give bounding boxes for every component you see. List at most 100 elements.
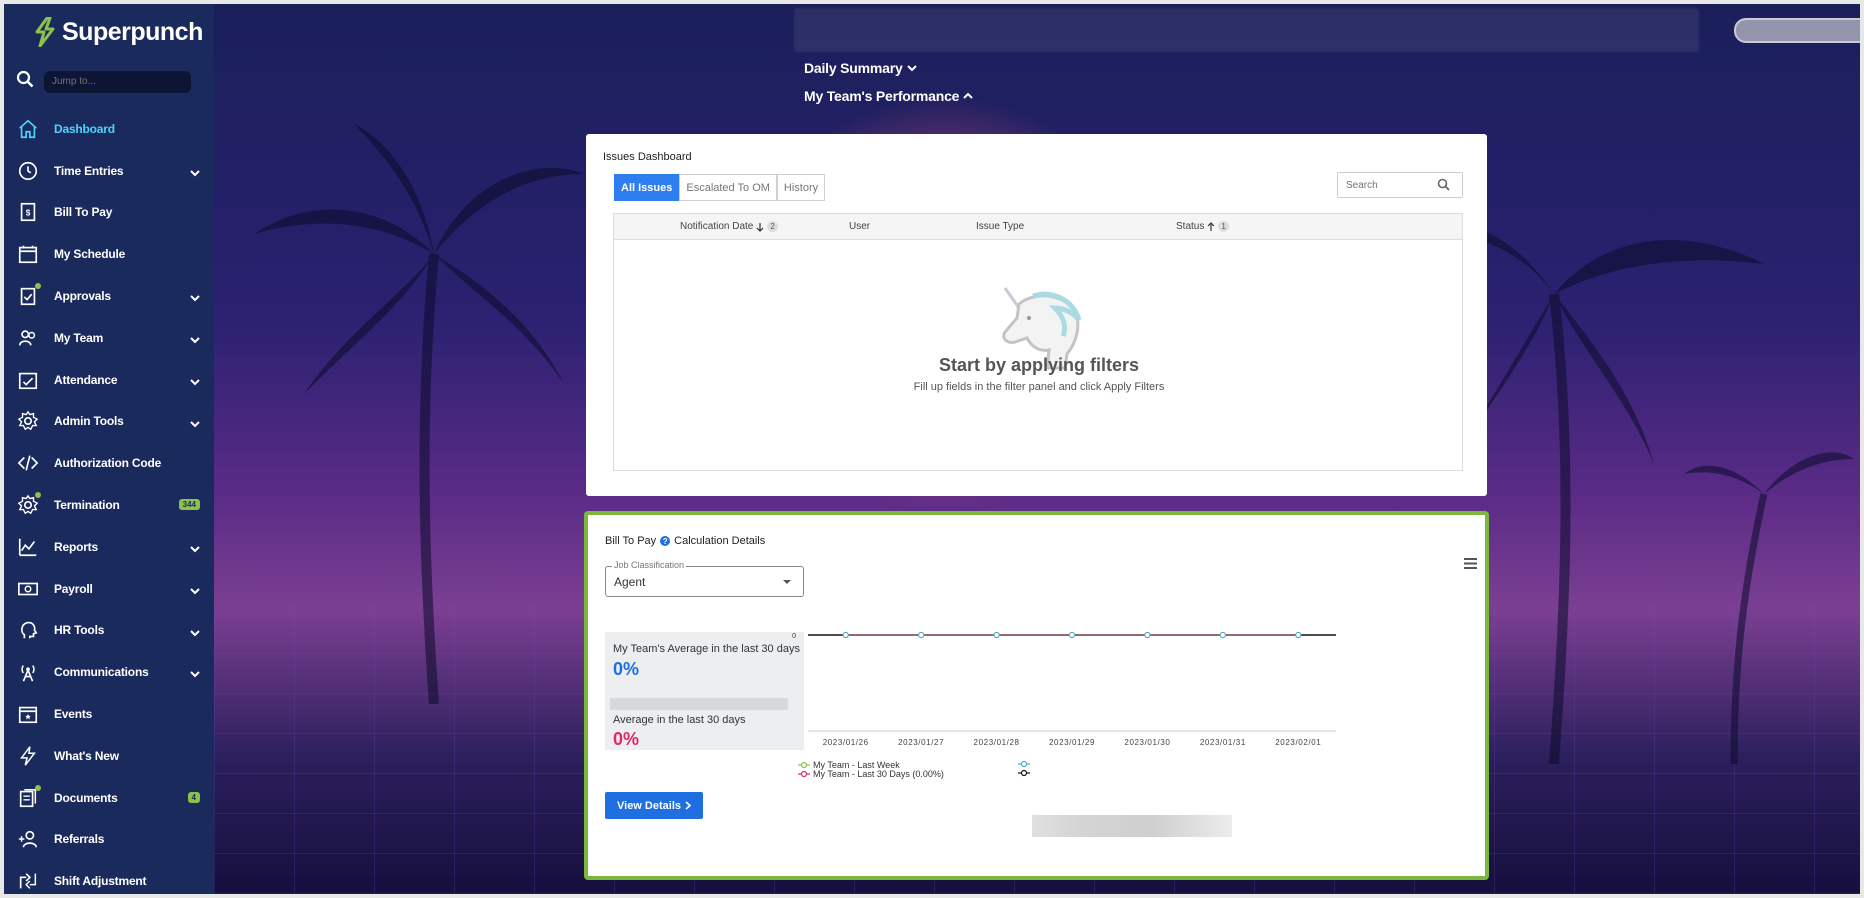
sidebar-item-my-schedule[interactable]: My Schedule <box>4 233 214 275</box>
sidebar-item-documents[interactable]: Documents 4 <box>4 777 214 819</box>
legend-marker-icon <box>798 770 810 778</box>
issues-table: Notification Date 2 User Issue Type Stat… <box>613 213 1463 471</box>
sidebar-item-my-team[interactable]: My Team <box>4 317 214 359</box>
sidebar-item-bill-to-pay[interactable]: $ Bill To Pay <box>4 192 214 234</box>
search-icon[interactable] <box>16 70 34 93</box>
sidebar-item-dashboard[interactable]: Dashboard <box>4 108 214 150</box>
sidebar-item-label: Documents <box>54 790 118 805</box>
column-label: Issue Type <box>976 221 1025 232</box>
column-issue-type[interactable]: Issue Type <box>976 221 1024 232</box>
job-classification-label: Job Classification <box>612 560 687 570</box>
sidebar-item-time-entries[interactable]: Time Entries <box>4 150 214 192</box>
referral-icon <box>16 827 40 851</box>
issues-table-header: Notification Date 2 User Issue Type Stat… <box>614 214 1462 240</box>
sidebar-item-attendance[interactable]: Attendance <box>4 359 214 401</box>
column-user[interactable]: User <box>849 221 870 232</box>
legend-item-last-30-days[interactable]: My Team - Last 30 Days (0.00%) <box>798 769 944 779</box>
job-classification-select[interactable]: Job Classification Agent <box>605 560 804 597</box>
daily-summary-label: Daily Summary <box>804 60 903 76</box>
team-performance-label: My Team's Performance <box>804 88 960 104</box>
search-icon[interactable] <box>1437 178 1450 191</box>
sidebar-item-approvals[interactable]: Approvals <box>4 275 214 317</box>
chevron-down-icon <box>190 665 200 683</box>
sidebar-item-label: Admin Tools <box>54 414 124 429</box>
sidebar: Superpunch Dashboard Time Entries $ Bill To… <box>4 4 214 894</box>
sidebar-item-reports[interactable]: Reports <box>4 526 214 568</box>
data-point <box>993 631 1000 639</box>
brand-name: Superpunch <box>62 17 203 46</box>
arrow-up-icon <box>1207 221 1215 231</box>
data-point <box>1295 631 1302 639</box>
sidebar-item-label: What's New <box>54 748 119 763</box>
calculation-details-link[interactable]: Calculation Details <box>674 535 765 547</box>
logo[interactable]: Superpunch <box>34 16 203 48</box>
sort-order-badge: 2 <box>767 221 778 232</box>
x-tick-label: 2023/01/30 <box>1124 738 1170 747</box>
calculation-details-row: Bill To Pay ? Calculation Details <box>605 535 765 547</box>
sidebar-item-label: Payroll <box>54 581 93 596</box>
column-status[interactable]: Status 1 <box>1176 221 1229 232</box>
team-average-box: My Team's Average in the last 30 days 0% <box>605 632 804 692</box>
sidebar-item-events[interactable]: Events <box>4 693 214 735</box>
x-tick-label: 2023/02/01 <box>1275 738 1321 747</box>
average-box: Average in the last 30 days 0% <box>605 690 804 750</box>
bill-to-pay-label: Bill To Pay <box>605 535 657 547</box>
gear-icon <box>16 409 40 433</box>
chevron-down-icon <box>190 331 200 349</box>
count-badge: 344 <box>178 499 200 511</box>
team-performance-toggle[interactable]: My Team's Performance <box>804 88 973 104</box>
chevron-up-icon <box>963 92 973 99</box>
team-average-value: 0% <box>613 659 640 679</box>
issues-tabs: All Issues Escalated To OM History <box>614 174 826 201</box>
bill-to-pay-chart: 0 2023/01/26 2023/01/27 2023/01/28 2023/01/2… <box>792 631 1336 747</box>
daily-summary-toggle[interactable]: Daily Summary <box>804 60 917 76</box>
tab-escalated-to-om[interactable]: Escalated To OM <box>679 174 777 201</box>
chevron-right-icon <box>685 801 691 810</box>
notification-dot <box>35 784 41 791</box>
calendar-icon <box>16 242 40 266</box>
sidebar-item-hr-tools[interactable]: HR Tools <box>4 610 214 652</box>
sidebar-item-label: Communications <box>54 665 149 680</box>
money-icon <box>16 577 40 601</box>
dropdown-caret-icon <box>783 580 791 584</box>
sidebar-item-communications[interactable]: Communications <box>4 651 214 693</box>
sidebar-item-label: HR Tools <box>54 623 105 638</box>
svg-text:$: $ <box>26 209 31 218</box>
clipboard-check-icon <box>16 283 41 308</box>
sidebar-item-what-s-new[interactable]: What's New <box>4 735 214 777</box>
home-icon <box>16 117 40 141</box>
column-label: User <box>849 221 871 232</box>
clock-icon <box>16 159 40 183</box>
sidebar-item-admin-tools[interactable]: Admin Tools <box>4 401 214 443</box>
documents-icon <box>16 784 41 810</box>
gear-icon <box>16 492 41 517</box>
team-average-caption: My Team's Average in the last 30 days <box>613 643 800 655</box>
chart-icon <box>16 535 40 559</box>
tab-history[interactable]: History <box>776 174 826 201</box>
jump-to-input[interactable] <box>44 70 191 93</box>
tab-all-issues[interactable]: All Issues <box>614 174 680 201</box>
chart-menu-icon[interactable] <box>1464 558 1477 569</box>
sidebar-item-termination[interactable]: Termination 344 <box>4 484 214 526</box>
arrow-down-icon <box>756 222 764 232</box>
data-point <box>842 631 849 639</box>
job-classification-value: Agent <box>614 575 646 589</box>
chevron-down-icon <box>190 540 200 558</box>
sidebar-item-label: Termination <box>54 498 120 513</box>
sidebar-item-shift-adjustment[interactable]: Shift Adjustment <box>4 860 214 894</box>
column-notification-date[interactable]: Notification Date 2 <box>680 221 778 232</box>
event-calendar-icon <box>16 702 40 726</box>
sidebar-item-authorization-code[interactable]: Authorization Code <box>4 442 214 484</box>
column-label: Notification Date <box>680 221 754 232</box>
global-search-input[interactable] <box>1734 18 1860 43</box>
sidebar-item-payroll[interactable]: Payroll <box>4 568 214 610</box>
superpunch-logo-icon <box>34 17 56 47</box>
help-icon[interactable]: ? <box>660 536 671 546</box>
lightning-icon <box>16 744 40 768</box>
sidebar-item-label: Reports <box>54 539 98 554</box>
chevron-down-icon <box>190 624 200 642</box>
sidebar-item-referrals[interactable]: Referrals <box>4 819 214 861</box>
view-details-button[interactable]: View Details <box>605 792 703 819</box>
chevron-down-icon <box>190 164 200 182</box>
blurred-name <box>610 698 788 710</box>
